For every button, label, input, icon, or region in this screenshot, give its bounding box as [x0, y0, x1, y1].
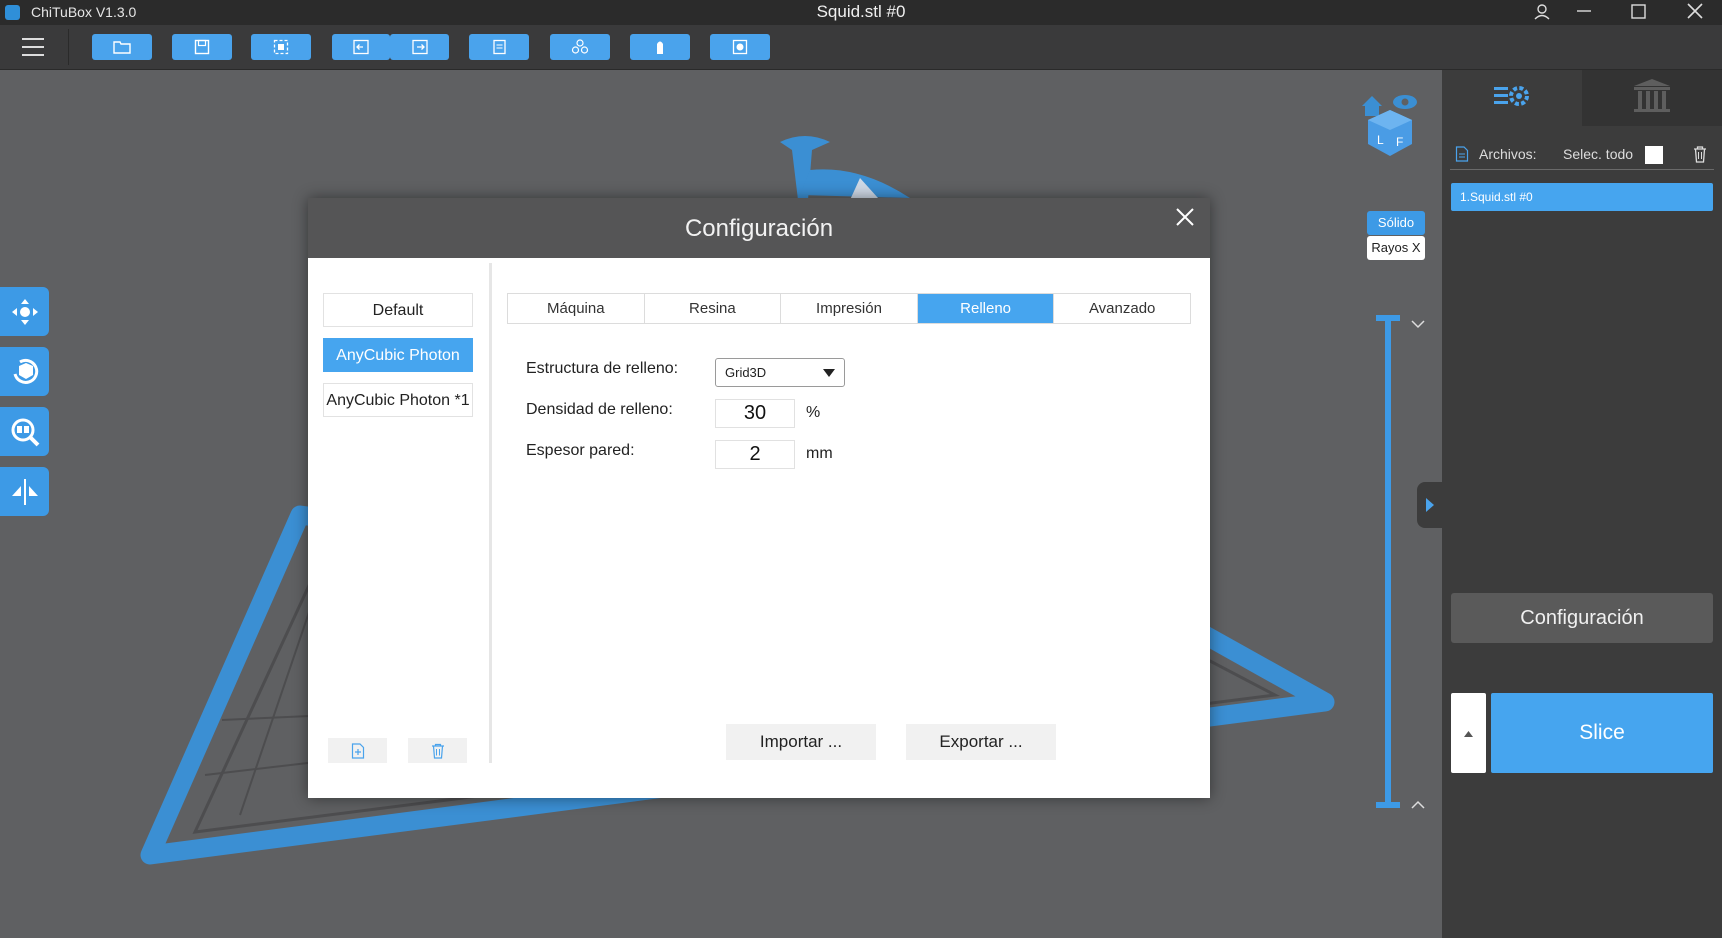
- files-label: Archivos:: [1479, 146, 1537, 162]
- save-button[interactable]: [172, 34, 232, 60]
- close-window-button[interactable]: [1670, 0, 1720, 25]
- save-icon: [194, 39, 210, 55]
- panel-toggle-button[interactable]: [1417, 482, 1442, 528]
- export-icon: [411, 39, 428, 55]
- wall-thickness-input[interactable]: 2: [715, 440, 795, 469]
- title-bar: ChiTuBox V1.3.0 Squid.stl #0: [0, 0, 1722, 25]
- right-panel: Archivos: Selec. todo 1.Squid.stl #0 Con…: [1442, 70, 1722, 938]
- solid-view-button[interactable]: Sólido: [1367, 211, 1425, 235]
- supports-button[interactable]: [630, 34, 690, 60]
- slice-button[interactable]: Slice: [1491, 693, 1713, 773]
- minimize-button[interactable]: [1558, 0, 1608, 25]
- minimize-icon: [1577, 10, 1591, 12]
- chevron-up-icon[interactable]: [1410, 800, 1426, 810]
- profile-item-anycubic-photon[interactable]: AnyCubic Photon: [323, 338, 473, 372]
- supports-icon: [657, 41, 663, 54]
- add-file-icon: [351, 742, 364, 759]
- copy-icon: [493, 39, 506, 55]
- open-folder-icon: [113, 41, 131, 54]
- mirror-tool-button[interactable]: [0, 467, 49, 516]
- hollow-icon: [732, 39, 748, 55]
- tab-machine[interactable]: Máquina: [508, 294, 645, 323]
- infill-density-input[interactable]: 30: [715, 399, 795, 428]
- import-profile-button[interactable]: Importar ...: [726, 724, 876, 760]
- scale-tool-button[interactable]: [0, 407, 49, 456]
- select-tool-button[interactable]: [251, 34, 311, 60]
- file-list-item[interactable]: 1.Squid.stl #0: [1451, 183, 1713, 211]
- wall-thickness-label: Espesor pared:: [526, 442, 635, 459]
- trash-icon: [431, 743, 444, 759]
- close-icon: [1176, 208, 1194, 226]
- copy-button[interactable]: [469, 34, 529, 60]
- layer-slider-top-handle[interactable]: [1376, 315, 1400, 321]
- document-title: Squid.stl #0: [816, 2, 906, 21]
- scale-icon: [11, 418, 39, 446]
- configuration-button[interactable]: Configuración: [1451, 593, 1713, 643]
- tab-print[interactable]: Impresión: [781, 294, 918, 323]
- hollow-button[interactable]: [710, 34, 770, 60]
- layer-slider-track[interactable]: [1385, 318, 1391, 806]
- export-button[interactable]: [390, 34, 449, 60]
- rotate-icon: [13, 358, 38, 384]
- svg-text:F: F: [1396, 135, 1403, 149]
- arrange-button[interactable]: [550, 34, 610, 60]
- supports-pillar-icon: [1634, 79, 1670, 112]
- configuration-dialog: Configuración Default AnyCubic Photon An…: [308, 198, 1210, 798]
- files-divider: [1450, 169, 1714, 170]
- select-icon: [273, 39, 289, 55]
- import-icon: [353, 39, 369, 55]
- maximize-button[interactable]: [1613, 0, 1663, 25]
- rotate-tool-button[interactable]: [0, 347, 49, 396]
- profile-divider: [489, 263, 492, 763]
- infill-density-unit: %: [806, 404, 821, 421]
- svg-text:L: L: [1377, 133, 1384, 147]
- select-all-checkbox[interactable]: [1645, 146, 1663, 164]
- play-arrow-icon: [1426, 498, 1434, 512]
- settings-list-icon: [1494, 86, 1529, 106]
- infill-structure-value: Grid3D: [725, 365, 767, 380]
- main-toolbar: [0, 25, 1722, 70]
- profile-item-anycubic-photon-1[interactable]: AnyCubic Photon *1: [323, 383, 473, 417]
- delete-profile-button[interactable]: [408, 738, 467, 763]
- xray-view-button[interactable]: Rayos X: [1367, 236, 1425, 260]
- tab-advanced[interactable]: Avanzado: [1054, 294, 1190, 323]
- view-cube-icon[interactable]: L F: [1360, 88, 1420, 158]
- settings-tabs: Máquina Resina Impresión Relleno Avanzad…: [507, 293, 1191, 324]
- open-file-button[interactable]: [92, 34, 152, 60]
- move-icon: [11, 298, 38, 325]
- dialog-header: Configuración: [308, 198, 1210, 258]
- caret-up-icon: [1464, 731, 1473, 737]
- move-tool-button[interactable]: [0, 287, 49, 336]
- file-icon: [1455, 146, 1469, 162]
- infill-structure-label: Estructura de relleno:: [526, 360, 679, 377]
- wall-thickness-unit: mm: [806, 445, 833, 462]
- maximize-icon: [1631, 4, 1646, 19]
- infill-structure-select[interactable]: Grid3D: [715, 358, 845, 387]
- arrange-icon: [571, 39, 589, 54]
- import-button[interactable]: [332, 34, 390, 60]
- export-profile-button[interactable]: Exportar ...: [906, 724, 1056, 760]
- chevron-down-icon[interactable]: [1410, 319, 1426, 329]
- hamburger-menu-button[interactable]: [22, 38, 44, 56]
- dialog-close-button[interactable]: [1170, 202, 1200, 232]
- mirror-icon: [11, 478, 38, 505]
- tab-resin[interactable]: Resina: [644, 294, 782, 323]
- add-profile-button[interactable]: [328, 738, 387, 763]
- trash-icon[interactable]: [1692, 145, 1708, 163]
- settings-tab[interactable]: [1442, 70, 1582, 126]
- supports-tab[interactable]: [1582, 70, 1722, 126]
- close-icon: [1687, 3, 1703, 19]
- layer-slider-bottom-handle[interactable]: [1376, 802, 1400, 808]
- dropdown-arrow-icon: [823, 369, 835, 377]
- toolbar-divider: [68, 29, 69, 65]
- slice-options-button[interactable]: [1451, 693, 1486, 773]
- profile-item-default[interactable]: Default: [323, 293, 473, 327]
- tab-infill[interactable]: Relleno: [917, 294, 1055, 323]
- dialog-title: Configuración: [684, 215, 834, 242]
- infill-density-label: Densidad de relleno:: [526, 401, 673, 418]
- select-all-label: Selec. todo: [1563, 146, 1634, 162]
